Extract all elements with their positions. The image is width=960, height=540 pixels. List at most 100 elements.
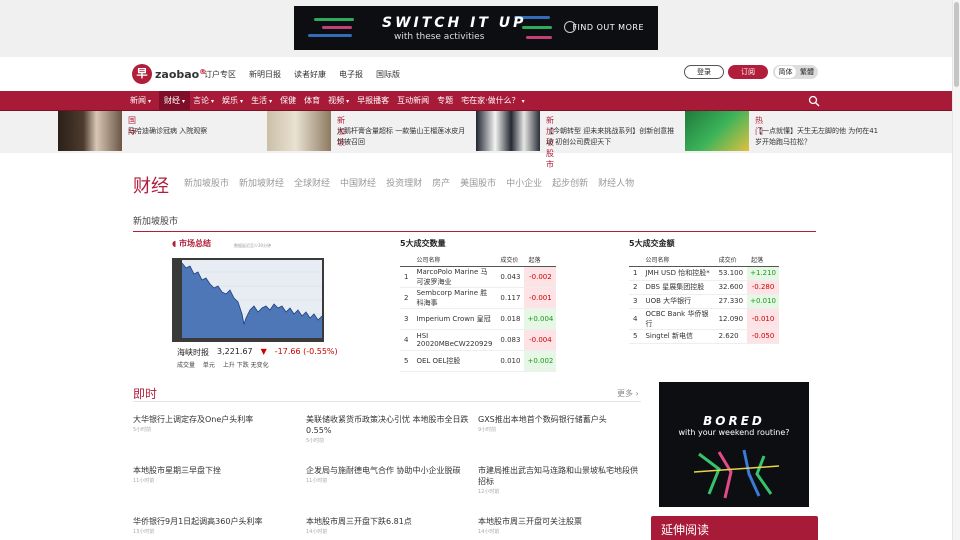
subscribe-button[interactable]: 订阅 [728,65,768,79]
top-link[interactable]: 电子报 [339,69,363,80]
lang-simplified[interactable]: 简体 [775,66,796,78]
subnav-item[interactable]: 中国财经 [340,176,376,189]
news-headline[interactable]: GXS推出本地首个数码银行储蓄户头 [478,414,643,425]
zaobao-logo[interactable]: 早 zaobao® [132,64,206,84]
market-summary[interactable]: ◖ 市场总结 数据延迟至少30分钟 海峡时报 3,221.67 ▼ -17.66… [172,238,338,369]
news-item[interactable]: GXS推出本地首个数码银行储蓄户头 9小时前 [478,414,643,433]
subnav-item[interactable]: 新加坡股市 [184,176,229,189]
nav-item[interactable]: 视频 ▾ [328,91,354,111]
nav-item[interactable]: 娱乐 ▾ [222,91,248,111]
news-item[interactable]: 企发局与施耐德电气合作 协助中小企业脱碳 11小时前 [306,465,471,484]
news-headline[interactable]: 华侨银行9月1日起调高360户头利率 [133,516,298,527]
nav-item[interactable]: 宅在家·做什么？ ▾ [461,91,530,111]
scrollbar-thumb[interactable] [954,2,959,87]
nav-item[interactable]: 言论 ▾ [193,91,219,111]
col-header: 成交价 [496,253,525,267]
subnav-item[interactable]: 财经人物 [598,176,634,189]
market-header: ◖ 市场总结 [172,239,211,248]
top-links: 订户专区 新明日报 读者好康 电子报 国际版 [204,69,413,80]
news-item[interactable]: 美联储收紧货币政策决心引忧 本地股市全日跌0.55% 5小时前 [306,414,471,444]
news-item[interactable]: 本地股市周三开盘下跌6.81点 14小时前 [306,516,471,535]
nav-item[interactable]: 新闻 ▾ [130,91,156,111]
table-row[interactable]: 1 JMH USD 怡和控股* 53.100 +1.210 [629,266,779,281]
table-row[interactable]: 5 Singtel 新电信 2.620 -0.050 [629,329,779,344]
company-name-cell[interactable]: OEL OEL控股 [412,350,497,372]
company-name-cell[interactable]: OCBC Bank 华侨银行 [641,308,715,330]
side-banner-ad[interactable]: BORED with your weekend routine? [659,382,809,507]
nav-item[interactable]: 早报播客 [357,91,394,111]
news-headline[interactable]: 本地股市周三开盘可关注股票 [478,516,643,527]
extended-reading-tab[interactable]: 延伸阅读 [651,516,818,540]
company-name-cell[interactable]: Imperium Crown 皇冠 [412,308,497,330]
nav-item[interactable]: 财经 ▾ [159,91,191,111]
company-name-cell[interactable]: Singtel 新电信 [641,329,715,344]
table-row[interactable]: 1 MarcoPolo Marine 马可波罗海业 0.043 -0.002 [400,266,557,288]
strip-title: 马哈迪确诊冠病 入院观察 [128,127,208,135]
strip-thumbnail [476,111,540,151]
table-row[interactable]: 5 OEL OEL控股 0.010 +0.002 [400,350,557,372]
news-item[interactable]: 大华银行上调定存及One户头利率 5小时前 [133,414,298,433]
more-link[interactable]: 更多 › [617,388,639,399]
price-cell: 0.018 [496,308,525,330]
table-row[interactable]: 4 HSI 20020MBeCW220929 0.083 -0.004 [400,329,557,351]
table-row[interactable]: 2 Sembcorp Marine 胜科海事 0.117 -0.001 [400,287,557,309]
news-headline[interactable]: 企发局与施耐德电气合作 协助中小企业脱碳 [306,465,471,476]
nav-item[interactable]: 生活 ▾ [251,91,277,111]
table-row[interactable]: 3 Imperium Crown 皇冠 0.018 +0.004 [400,308,557,330]
company-name-cell[interactable]: DBS 星展集团控股 [641,280,715,295]
side-ad-subtext: with your weekend routine? [678,428,790,437]
dancers-illustration [693,449,780,499]
news-headline[interactable]: 本地股市星期三早盘下挫 [133,465,298,476]
search-icon[interactable] [808,95,820,107]
nav-item[interactable]: 体育 [304,91,325,111]
table-row[interactable]: 2 DBS 星展集团控股 32.600 -0.280 [629,280,779,295]
price-cell: 0.043 [496,266,525,288]
strip-thumbnail [685,111,749,151]
instant-news-title[interactable]: 即时 [133,385,157,402]
login-button[interactable]: 登录 [684,65,724,79]
value-table-title: 5大成交金额 [629,239,675,248]
subsection-heading[interactable]: 新加坡股市 [133,214,178,227]
nav-item[interactable]: 保健 [280,91,301,111]
strip-thumbnail [58,111,122,151]
company-name-cell[interactable]: MarcoPolo Marine 马可波罗海业 [412,266,497,288]
nav-item[interactable]: 互动新闻 [397,91,434,111]
subnav-item[interactable]: 美国股市 [460,176,496,189]
subnav-item[interactable]: 中小企业 [506,176,542,189]
page-scrollbar[interactable] [952,0,960,540]
subnav-item[interactable]: 起步创新 [552,176,588,189]
top-link[interactable]: 订户专区 [204,69,236,80]
rank-cell: 4 [629,308,642,330]
company-name-cell[interactable]: Sembcorp Marine 胜科海事 [412,287,497,309]
subnav-item[interactable]: 房产 [432,176,450,189]
ad-cta[interactable]: FIND OUT MORE [572,23,644,32]
top-banner-ad[interactable]: SWITCH IT UP with these activities FIND … [294,6,658,50]
section-subnav: 新加坡股市 新加坡财经 全球财经 中国财经 投资理财 房产 美国股市 中小企业 起步创新 财经人物 [184,176,644,189]
top-link[interactable]: 国际版 [376,69,400,80]
subnav-item[interactable]: 投资理财 [386,176,422,189]
top-link[interactable]: 读者好康 [294,69,326,80]
section-title[interactable]: 财经 [133,172,169,198]
side-ad-headline: BORED [703,414,765,428]
lang-traditional[interactable]: 繁體 [798,66,816,78]
subnav-item[interactable]: 全球财经 [294,176,330,189]
subnav-item[interactable]: 新加坡财经 [239,176,284,189]
company-name-cell[interactable]: HSI 20020MBeCW220929 [412,329,497,351]
news-item[interactable]: 华侨银行9月1日起调高360户头利率 13小时前 [133,516,298,535]
price-cell: 32.600 [714,280,748,295]
table-row[interactable]: 3 UOB 大华银行 27.330 +0.010 [629,294,779,309]
news-headline[interactable]: 美联储收紧货币政策决心引忧 本地股市全日跌0.55% [306,414,471,436]
company-name-cell[interactable]: UOB 大华银行 [641,294,715,309]
news-item[interactable]: 本地股市周三开盘可关注股票 14小时前 [478,516,643,535]
news-headline[interactable]: 本地股市周三开盘下跌6.81点 [306,516,471,527]
index-readout: 海峡时报 3,221.67 ▼ -17.66 (-0.55%) [177,347,338,358]
news-item[interactable]: 本地股市星期三早盘下挫 11小时前 [133,465,298,484]
top-link[interactable]: 新明日报 [249,69,281,80]
news-headline[interactable]: 市建局推出武吉知马连路和山景坡私宅地段供招标 [478,465,643,487]
news-headline[interactable]: 大华银行上调定存及One户头利率 [133,414,298,425]
nav-item[interactable]: 专题 [437,91,458,111]
table-row[interactable]: 4 OCBC Bank 华侨银行 12.090 -0.010 [629,308,779,330]
language-toggle[interactable]: 简体 繁體 [773,65,818,79]
news-item[interactable]: 市建局推出武吉知马连路和山景坡私宅地段供招标 12小时前 [478,465,643,495]
company-name-cell[interactable]: JMH USD 怡和控股* [641,266,715,281]
